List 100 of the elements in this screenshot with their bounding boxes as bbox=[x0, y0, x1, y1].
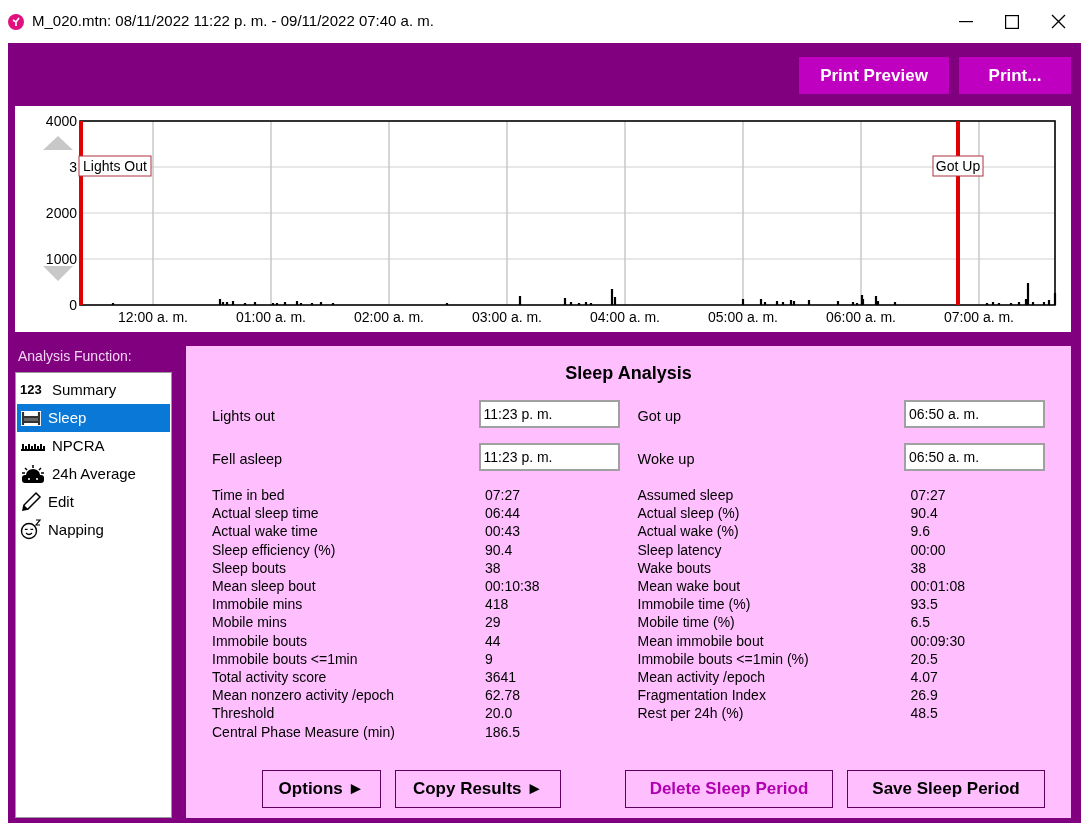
app-icon bbox=[8, 13, 24, 30]
stat-label: Mean wake bout bbox=[637, 579, 742, 594]
stat-value: 07:27 bbox=[485, 488, 521, 503]
stat-label: Sleep latency bbox=[637, 542, 723, 557]
y-axis-label: 4000 bbox=[45, 113, 77, 129]
list-item[interactable]: Edit bbox=[17, 488, 170, 516]
stat-value: 00:01:08 bbox=[910, 579, 965, 594]
stat-value: 90.4 bbox=[485, 542, 513, 557]
field-label: Lights out bbox=[212, 407, 276, 427]
stat-label: Actual sleep (%) bbox=[637, 506, 741, 521]
action-button[interactable]: Save Sleep Period bbox=[847, 770, 1045, 808]
list-item[interactable]: Sleep bbox=[17, 404, 170, 432]
marker-label: Got Up bbox=[932, 155, 984, 177]
print-button[interactable]: Print Preview bbox=[799, 57, 949, 94]
stat-label: Actual sleep time bbox=[212, 506, 320, 521]
stat-value: 20.5 bbox=[910, 651, 938, 666]
scroll-down-icon bbox=[43, 266, 73, 281]
action-button[interactable]: Delete Sleep Period bbox=[625, 770, 833, 808]
stat-label: Mean sleep bout bbox=[212, 579, 317, 594]
field-label: Fell asleep bbox=[212, 450, 284, 470]
marker-label: Lights Out bbox=[78, 155, 152, 177]
x-axis-label: 06:00 a. m. bbox=[826, 309, 896, 325]
stat-value: 38 bbox=[910, 560, 927, 575]
stat-label: Mean nonzero activity /epoch bbox=[212, 688, 396, 703]
stat-value: 00:09:30 bbox=[910, 633, 965, 648]
stat-value: 29 bbox=[485, 615, 501, 630]
stat-label: Immobile time (%) bbox=[637, 597, 752, 612]
stat-value: 00:43 bbox=[485, 524, 521, 539]
stat-label: Immobile mins bbox=[212, 597, 304, 612]
stat-label: Wake bouts bbox=[637, 560, 712, 575]
x-axis-label: 03:00 a. m. bbox=[472, 309, 542, 325]
stat-value: 00:10:38 bbox=[485, 579, 540, 594]
stat-label: Mean activity /epoch bbox=[637, 669, 767, 684]
stat-value: 00:00 bbox=[910, 542, 946, 557]
stat-value: 186.5 bbox=[485, 724, 521, 739]
stat-value: 06:44 bbox=[485, 506, 521, 521]
stat-label: Sleep bouts bbox=[212, 560, 287, 575]
stat-label: Assumed sleep bbox=[637, 488, 735, 503]
stat-value: 44 bbox=[485, 633, 501, 648]
y-axis-label: 1000 bbox=[45, 251, 77, 267]
stat-label: Sleep efficiency (%) bbox=[212, 542, 337, 557]
stat-label: Threshold bbox=[212, 706, 276, 721]
x-axis-label: 05:00 a. m. bbox=[708, 309, 778, 325]
list-item[interactable]: 123 Summary bbox=[17, 376, 170, 404]
panel-title: Sleep Analysis bbox=[564, 362, 693, 385]
bed-icon bbox=[20, 408, 42, 428]
y-axis-label: 0 bbox=[69, 297, 77, 313]
x-axis-label: 12:00 a. m. bbox=[118, 309, 188, 325]
sidebar-title: Analysis Function: bbox=[17, 347, 133, 366]
action-button[interactable]: Copy Results ► bbox=[395, 770, 561, 808]
stat-label: Fragmentation Index bbox=[637, 688, 767, 703]
stat-label: Actual wake time bbox=[212, 524, 319, 539]
print-button[interactable]: Print... bbox=[959, 57, 1071, 94]
sun-icon bbox=[20, 464, 46, 484]
window-title: M_020.mtn: 08/11/2022 11:22 p. m. - 09/11/2022 07:40 a. m. bbox=[32, 11, 434, 32]
stat-label: Immobile bouts <=1min bbox=[212, 651, 359, 666]
stat-value: 93.5 bbox=[910, 597, 938, 612]
x-axis-label: 07:00 a. m. bbox=[944, 309, 1014, 325]
stat-value: 26.9 bbox=[910, 688, 938, 703]
stat-value: 07:27 bbox=[910, 488, 946, 503]
x-axis-label: 04:00 a. m. bbox=[590, 309, 660, 325]
x-axis-label: 01:00 a. m. bbox=[236, 309, 306, 325]
stat-value: 3641 bbox=[485, 669, 517, 684]
pencil-icon bbox=[20, 491, 42, 513]
time-field[interactable]: 11:23 p. m. bbox=[478, 443, 620, 471]
stat-value: 62.78 bbox=[485, 688, 521, 703]
stat-label: Time in bed bbox=[212, 488, 286, 503]
x-axis-label: 02:00 a. m. bbox=[354, 309, 424, 325]
stat-label: Central Phase Measure (min) bbox=[212, 724, 396, 739]
field-label: Woke up bbox=[637, 450, 696, 470]
y-axis-label: 2000 bbox=[45, 205, 77, 221]
stat-label: Immobile bouts <=1min (%) bbox=[637, 651, 810, 666]
list-item[interactable]: 24h Average bbox=[17, 460, 170, 488]
field-label: Got up bbox=[637, 407, 683, 427]
stat-label: Total activity score bbox=[212, 669, 328, 684]
stat-value: 38 bbox=[485, 560, 501, 575]
list-item[interactable]: Napping bbox=[17, 516, 170, 544]
stat-label: Immobile bouts bbox=[212, 633, 308, 648]
stat-value: 20.0 bbox=[485, 706, 513, 721]
scroll-up-icon bbox=[43, 136, 73, 150]
stat-label: Mobile time (%) bbox=[637, 615, 736, 630]
stat-value: 9.6 bbox=[910, 524, 930, 539]
sleeping-face-icon bbox=[20, 519, 42, 541]
digits-icon: 123 bbox=[20, 380, 46, 400]
time-field[interactable]: 11:23 p. m. bbox=[478, 400, 620, 428]
stat-value: 418 bbox=[485, 597, 509, 612]
list-item[interactable]: NPCRA bbox=[17, 432, 170, 460]
stat-value: 48.5 bbox=[910, 706, 938, 721]
stat-value: 90.4 bbox=[910, 506, 938, 521]
stat-label: Actual wake (%) bbox=[637, 524, 740, 539]
y-axis-label: 3 bbox=[69, 159, 77, 175]
action-button[interactable]: Options ► bbox=[262, 770, 381, 808]
stat-label: Mean immobile bout bbox=[637, 633, 765, 648]
time-field[interactable]: 06:50 a. m. bbox=[904, 400, 1045, 428]
stat-label: Rest per 24h (%) bbox=[637, 706, 745, 721]
stat-value: 4.07 bbox=[910, 669, 938, 684]
stat-value: 6.5 bbox=[910, 615, 930, 630]
stat-value: 9 bbox=[485, 651, 493, 666]
stat-label: Mobile mins bbox=[212, 615, 288, 630]
time-field[interactable]: 06:50 a. m. bbox=[904, 443, 1045, 471]
